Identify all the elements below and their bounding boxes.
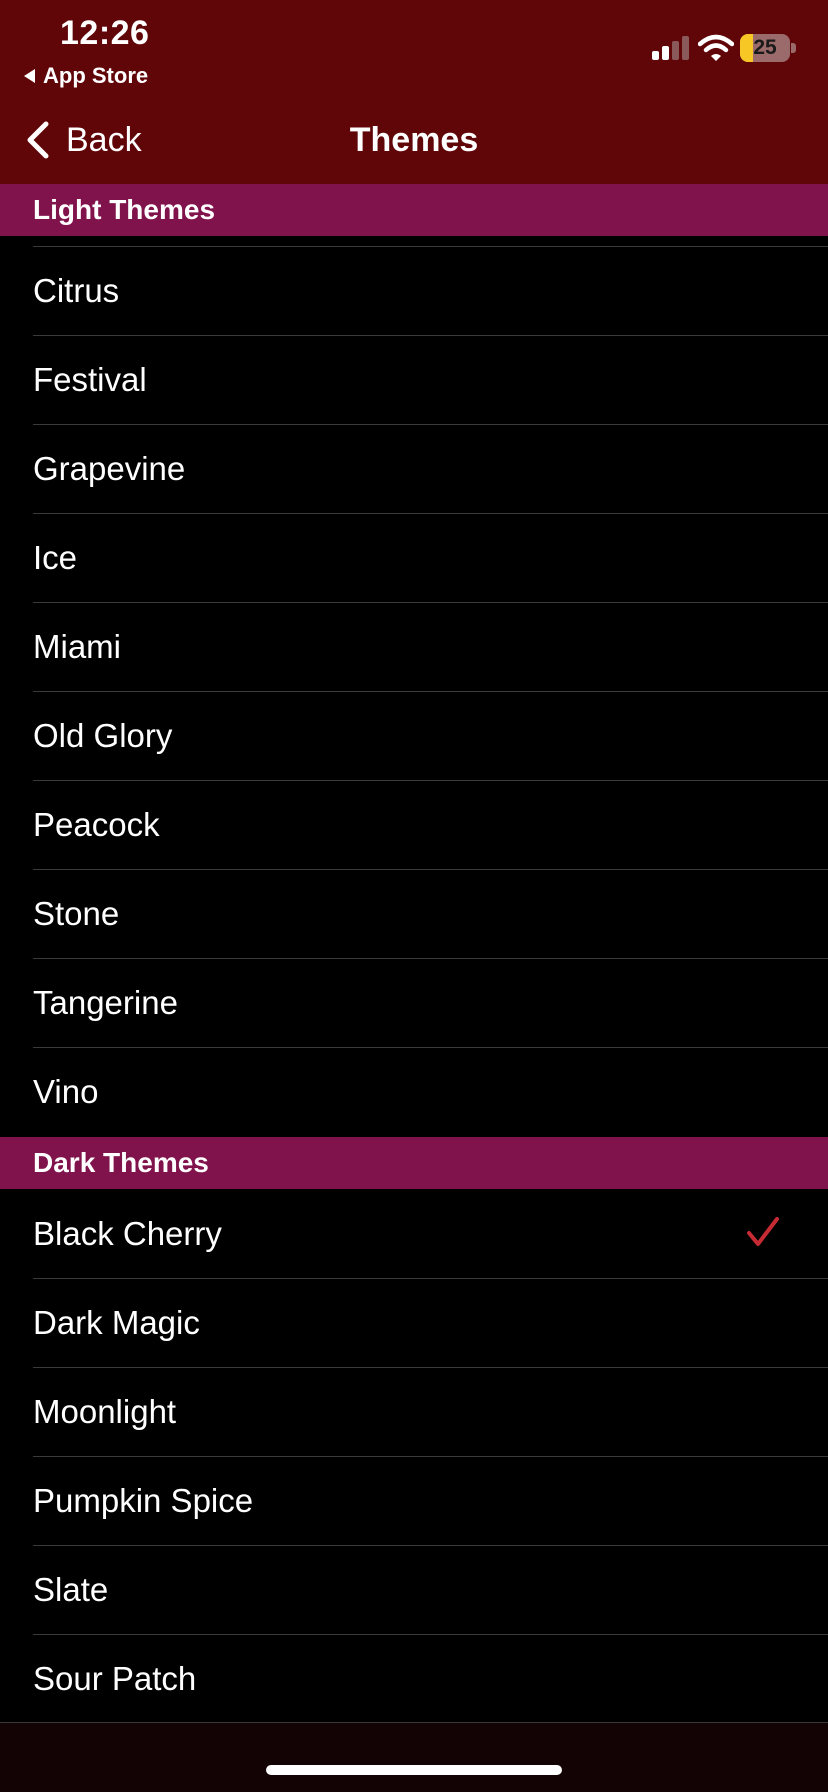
status-time: 12:26 [60,14,150,52]
theme-row-vino[interactable]: Vino [33,1047,828,1136]
section-header-light-themes: Light Themes [0,184,828,236]
back-to-app-store[interactable]: App Store [24,63,148,89]
theme-row-moonlight[interactable]: Moonlight [33,1367,828,1456]
theme-label: Stone [33,895,120,932]
theme-label: Citrus [33,272,120,309]
light-themes-list: Citrus Festival Grapevine Ice Miami Old … [0,246,828,1136]
home-indicator[interactable] [266,1765,562,1775]
theme-row-slate[interactable]: Slate [33,1545,828,1634]
page-title: Themes [349,121,479,159]
battery-icon: 25 [740,34,796,62]
theme-label: Black Cherry [33,1215,222,1252]
back-triangle-icon [24,69,35,83]
theme-row-citrus[interactable]: Citrus [33,246,828,335]
battery-level: 25 [753,36,777,59]
theme-label: Festival [33,361,147,398]
checkmark-icon [747,1217,779,1246]
theme-label: Old Glory [33,717,173,754]
theme-label: Ice [33,539,78,576]
back-to-app-label: App Store [43,63,149,88]
section-header-dark-themes: Dark Themes [0,1137,828,1189]
theme-label: Pumpkin Spice [33,1482,254,1519]
wifi-icon [698,34,734,61]
theme-row-dark-magic[interactable]: Dark Magic [33,1278,828,1367]
theme-row-peacock[interactable]: Peacock [33,780,828,869]
dark-themes-list: Black Cherry Dark Magic Moonlight Pumpki… [0,1189,828,1723]
cellular-signal-icon [652,36,689,60]
theme-row-festival[interactable]: Festival [33,335,828,424]
theme-label: Dark Magic [33,1304,200,1341]
theme-label: Moonlight [33,1393,177,1430]
theme-label: Grapevine [33,450,186,487]
theme-label: Sour Patch [33,1660,197,1697]
theme-row-pumpkin-spice[interactable]: Pumpkin Spice [33,1456,828,1545]
theme-label: Peacock [33,806,160,843]
theme-row-old-glory[interactable]: Old Glory [33,691,828,780]
theme-row-ice[interactable]: Ice [33,513,828,602]
header: 12:26 App Store 25 Back Themes [0,0,828,184]
theme-label: Slate [33,1571,109,1608]
theme-row-sour-patch[interactable]: Sour Patch [33,1634,828,1723]
theme-label: Tangerine [33,984,178,1021]
theme-row-black-cherry[interactable]: Black Cherry [33,1189,828,1278]
theme-row-miami[interactable]: Miami [33,602,828,691]
bottom-bar [0,1722,828,1792]
theme-row-stone[interactable]: Stone [33,869,828,958]
theme-label: Miami [33,628,121,665]
theme-row-tangerine[interactable]: Tangerine [33,958,828,1047]
theme-label: Vino [33,1073,99,1110]
theme-row-grapevine[interactable]: Grapevine [33,424,828,513]
